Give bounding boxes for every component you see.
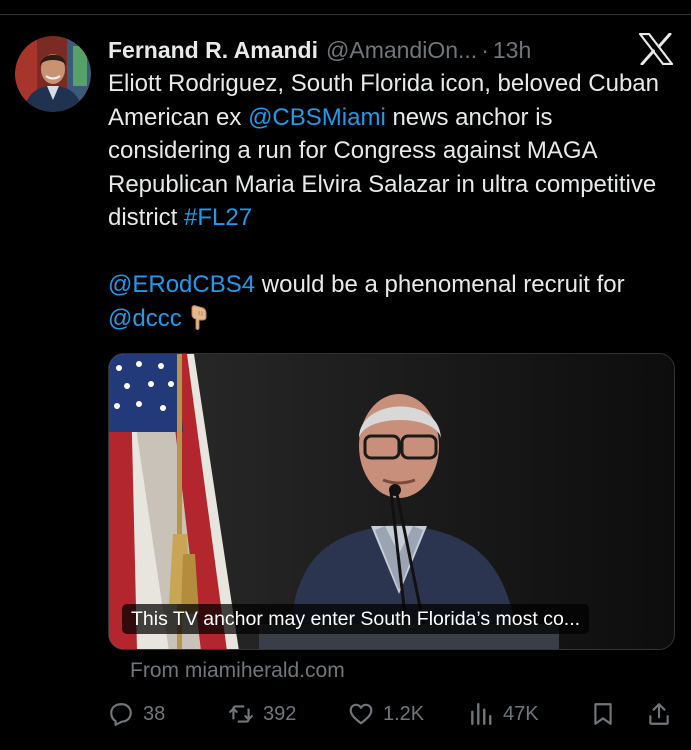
pointing-down-emoji-icon — [186, 304, 210, 331]
tweet-text-segment: would be a phenomenal recruit for — [255, 271, 625, 298]
tweet-header: Fernand R. Amandi @AmandiOn... · 13h — [108, 33, 608, 67]
tweet-body: Eliott Rodriguez, South Florida icon, be… — [108, 67, 678, 335]
hashtag-fl27[interactable]: #FL27 — [184, 204, 252, 231]
top-divider — [0, 14, 691, 15]
x-logo-icon — [638, 32, 674, 66]
tweet-actions: 38 392 1.2K 47K — [108, 696, 678, 732]
repost-count: 392 — [263, 703, 297, 725]
mention-dccc[interactable]: @dccc — [108, 305, 182, 332]
bookmark-icon — [594, 703, 612, 725]
mention-erodcbs4[interactable]: @ERodCBS4 — [108, 271, 255, 298]
heart-icon — [349, 703, 373, 725]
share-button[interactable] — [646, 696, 681, 732]
author-name[interactable]: Fernand R. Amandi — [108, 33, 318, 67]
avatar[interactable] — [15, 36, 91, 112]
views-icon — [471, 703, 492, 725]
reply-count: 38 — [143, 703, 166, 725]
link-preview-card[interactable]: This TV anchor may enter South Florida’s… — [108, 353, 675, 650]
share-icon — [649, 703, 669, 725]
timestamp[interactable]: 13h — [493, 33, 531, 67]
like-button[interactable]: 1.2K — [348, 696, 424, 732]
link-card-caption[interactable]: This TV anchor may enter South Florida’s… — [122, 604, 590, 634]
bookmark-button[interactable] — [590, 696, 625, 732]
reply-button[interactable]: 38 — [108, 696, 165, 732]
author-handle[interactable]: @AmandiOn... — [326, 33, 477, 67]
mention-cbsmiami[interactable]: @CBSMiami — [248, 104, 386, 131]
header-separator: · — [481, 37, 489, 63]
tweet-paragraph-2: @ERodCBS4 would be a phenomenal recruit … — [108, 268, 678, 335]
repost-icon — [229, 705, 253, 723]
link-source[interactable]: From miamiherald.com — [130, 656, 345, 686]
like-count: 1.2K — [383, 703, 425, 725]
tweet-paragraph-1: Eliott Rodriguez, South Florida icon, be… — [108, 67, 678, 235]
views-button[interactable]: 47K — [468, 696, 539, 732]
view-count: 47K — [503, 703, 539, 725]
reply-icon — [110, 703, 132, 726]
avatar-photo — [15, 36, 91, 112]
repost-button[interactable]: 392 — [228, 696, 296, 732]
